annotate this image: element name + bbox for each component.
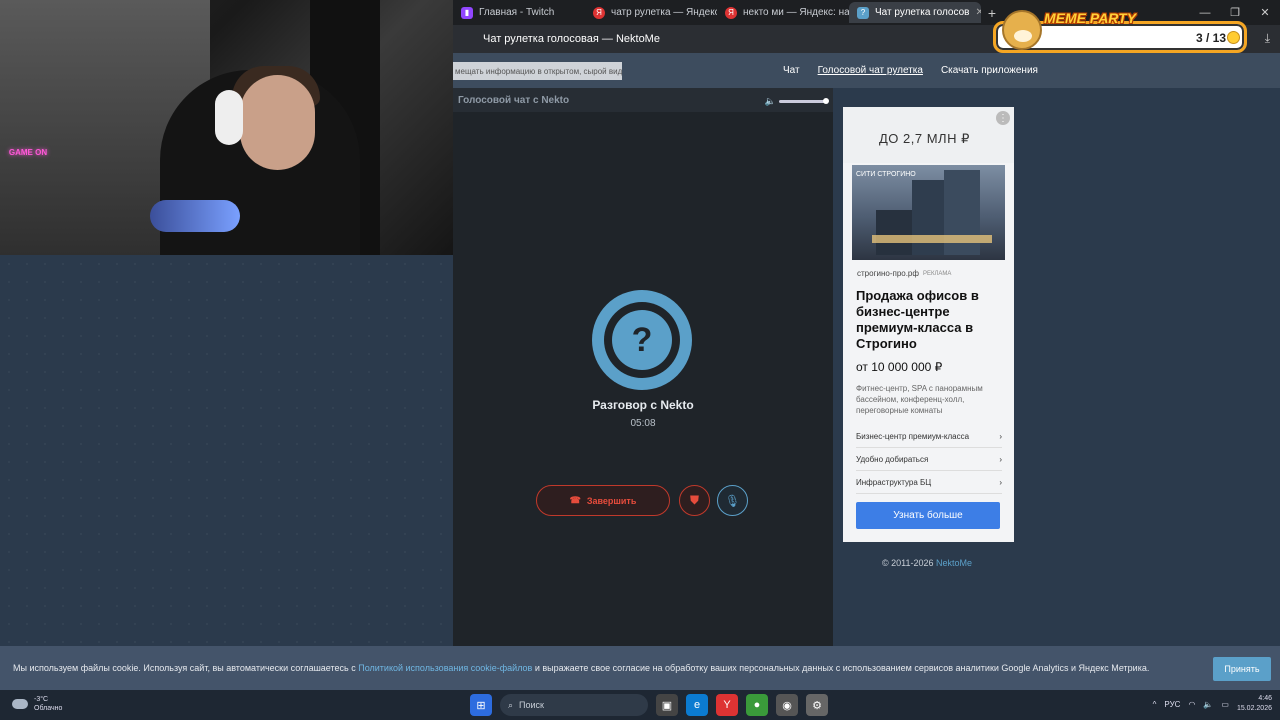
streamer-face xyxy=(240,75,315,170)
nekto-icon: ? xyxy=(857,6,869,19)
close-window-icon[interactable]: ✕ xyxy=(1250,0,1280,25)
hang-up-icon: ☎ xyxy=(569,495,581,505)
battery-icon[interactable]: ▭ xyxy=(1221,700,1229,709)
chevron-right-icon: › xyxy=(999,477,1002,487)
windows-start-icon[interactable]: ⊞ xyxy=(470,694,492,716)
page-title[interactable]: Чат рулетка голосовая — NektoMe xyxy=(483,33,660,45)
ad-sitelink[interactable]: Удобно добираться › xyxy=(856,448,1002,471)
microphone-icon: 🎙 xyxy=(724,493,741,508)
end-call-button[interactable]: ☎ Завершить xyxy=(536,485,670,516)
end-call-label: Завершить xyxy=(586,495,637,506)
cookie-banner: Мы используем файлы cookie. Используя са… xyxy=(0,646,1280,690)
chevron-right-icon: › xyxy=(999,454,1002,464)
edge-icon[interactable]: e xyxy=(686,694,708,716)
ad-sitelinks: Бизнес-центр премиум-класса › Удобно доби… xyxy=(856,425,1002,494)
meme-counter: 3 / 13 xyxy=(1195,31,1226,45)
tab-twitch[interactable]: ▮ Главная - Twitch xyxy=(453,2,585,23)
new-tab-button[interactable]: + xyxy=(981,3,1003,23)
ad-sitelink[interactable]: Бизнес-центр премиум-класса › xyxy=(856,425,1002,448)
wifi-icon[interactable]: ◠ xyxy=(1188,700,1195,709)
taskbar-clock[interactable]: 4:46 15.02.2026 xyxy=(1237,694,1272,714)
yandex-icon: Я xyxy=(725,6,737,19)
tab-label: чатр рулетка — Яндекс: н xyxy=(611,7,717,18)
ad-tag: РЕКЛАМА xyxy=(922,270,952,277)
taskbar-search[interactable]: ⌕ Поиск xyxy=(500,694,648,716)
partner-avatar: ? xyxy=(592,290,692,390)
weather-widget[interactable]: -3°C Облачно xyxy=(12,695,62,713)
meme-party-title: MEME PARTY xyxy=(1044,10,1137,26)
conversation-label: Разговор с Nekto xyxy=(592,398,694,412)
ad-brand: СИТИ СТРОГИНО xyxy=(856,171,916,178)
twitch-icon: ▮ xyxy=(461,6,473,19)
ad-sitelink[interactable]: Инфраструктура БЦ › xyxy=(856,471,1002,494)
ad-building-image: СИТИ СТРОГИНО xyxy=(852,165,1005,260)
search-icon: ⌕ xyxy=(508,699,514,710)
search-placeholder: Поиск xyxy=(519,700,544,710)
ad-more-icon[interactable]: ⋮ xyxy=(996,111,1010,125)
nav-link-voice-chat[interactable]: Голосовой чат рулетка xyxy=(818,65,923,76)
microphone-button[interactable]: 🎙 xyxy=(717,485,748,516)
meme-party-overlay: MEME PARTY 3 / 13 xyxy=(993,10,1247,53)
shield-icon: ⛊ xyxy=(689,493,699,507)
yandex-browser-icon[interactable]: Y xyxy=(716,694,738,716)
nav-link-chat[interactable]: Чат xyxy=(783,65,800,76)
language-indicator[interactable]: РУС xyxy=(1164,700,1180,709)
ad-headline[interactable]: Продажа офисов в бизнес-центре премиум-к… xyxy=(856,288,1006,352)
ad-cta-button[interactable]: Узнать больше xyxy=(856,502,1000,529)
cloud-icon xyxy=(12,699,28,709)
yandex-icon: Я xyxy=(593,6,605,19)
ad-price: от 10 000 000 ₽ xyxy=(856,360,943,374)
webcam-overlay: GAME ON xyxy=(0,0,453,255)
site-nav-links: Чат Голосовой чат рулетка Скачать прилож… xyxy=(783,65,1038,76)
obs-icon[interactable]: ◉ xyxy=(776,694,798,716)
ad-description: Фитнес-центр, SPA с панорамным бассейном… xyxy=(856,384,983,415)
tab-yandex-search-2[interactable]: Я некто ми — Яндекс: нашл xyxy=(717,2,849,23)
tab-yandex-search-1[interactable]: Я чатр рулетка — Яндекс: н xyxy=(585,2,717,23)
question-mark-icon: ? xyxy=(612,310,672,370)
nav-link-download-apps[interactable]: Скачать приложения xyxy=(941,65,1038,76)
weather-condition: Облачно xyxy=(34,705,63,712)
game-on-neon-sign: GAME ON xyxy=(8,148,48,157)
footer-copyright: © 2011-2026 NektoMe xyxy=(882,558,973,568)
windows-taskbar: -3°C Облачно ⊞ ⌕ Поиск ▣ e Y ● ◉ ⚙ ^ РУС… xyxy=(0,690,1280,720)
accept-cookies-button[interactable]: Принять xyxy=(1213,657,1271,681)
temperature: -3°C xyxy=(34,696,49,703)
chevron-up-icon[interactable]: ^ xyxy=(1153,700,1157,709)
volume-control[interactable]: 🔈 xyxy=(764,96,829,107)
tab-label: Главная - Twitch xyxy=(479,7,555,18)
call-timer: 05:08 xyxy=(630,418,656,429)
green-app-icon[interactable]: ● xyxy=(746,694,768,716)
coin-icon xyxy=(1227,31,1240,44)
advertisement[interactable]: ДО 2,7 МЛН ₽ ⋮ СИТИ СТРОГИНО строгино-пр… xyxy=(843,107,1014,542)
settings-icon[interactable]: ⚙ xyxy=(806,694,828,716)
streaming-microphone xyxy=(150,200,240,232)
report-button[interactable]: ⛊ xyxy=(679,485,710,516)
background-pattern xyxy=(0,255,453,646)
nektome-link[interactable]: NektoMe xyxy=(936,558,972,568)
volume-slider[interactable] xyxy=(779,98,829,104)
system-tray: ^ РУС ◠ 🔈 ▭ 4:46 15.02.2026 xyxy=(1153,694,1272,714)
taskbar-apps: ⊞ ⌕ Поиск ▣ e Y ● ◉ ⚙ xyxy=(470,694,828,716)
voice-chat-panel: Голосовой чат с Nekto 🔈 ? Разговор с Nek… xyxy=(453,88,833,646)
speaker-icon: 🔈 xyxy=(764,96,776,106)
ad-domain[interactable]: строгино-про.рф РЕКЛАМА xyxy=(857,269,951,278)
volume-icon[interactable]: 🔈 xyxy=(1203,700,1213,709)
headphones xyxy=(215,90,243,145)
warning-banner: мещать информацию в открытом, сырой виде… xyxy=(453,62,622,80)
cookie-policy-link[interactable]: Политикой использования cookie-файлов xyxy=(358,663,532,673)
chat-header-title: Голосовой чат с Nekto xyxy=(458,94,570,106)
task-view-icon[interactable]: ▣ xyxy=(656,694,678,716)
tab-label: Чат рулетка голосов xyxy=(875,7,970,18)
tab-nekto-active[interactable]: ? Чат рулетка голосов ✕ xyxy=(849,2,981,23)
ad-top-price: ДО 2,7 МЛН ₽ xyxy=(879,131,970,146)
download-icon[interactable]: ⤓ xyxy=(1265,31,1270,46)
site-nav: мещать информацию в открытом, сырой виде… xyxy=(453,53,1280,88)
chevron-right-icon: › xyxy=(999,431,1002,441)
cookie-text: Мы используем файлы cookie. Используя са… xyxy=(13,663,1150,673)
doge-icon xyxy=(1002,10,1042,50)
tab-label: некто ми — Яндекс: нашл xyxy=(743,7,849,18)
volume-knob[interactable] xyxy=(823,98,829,104)
